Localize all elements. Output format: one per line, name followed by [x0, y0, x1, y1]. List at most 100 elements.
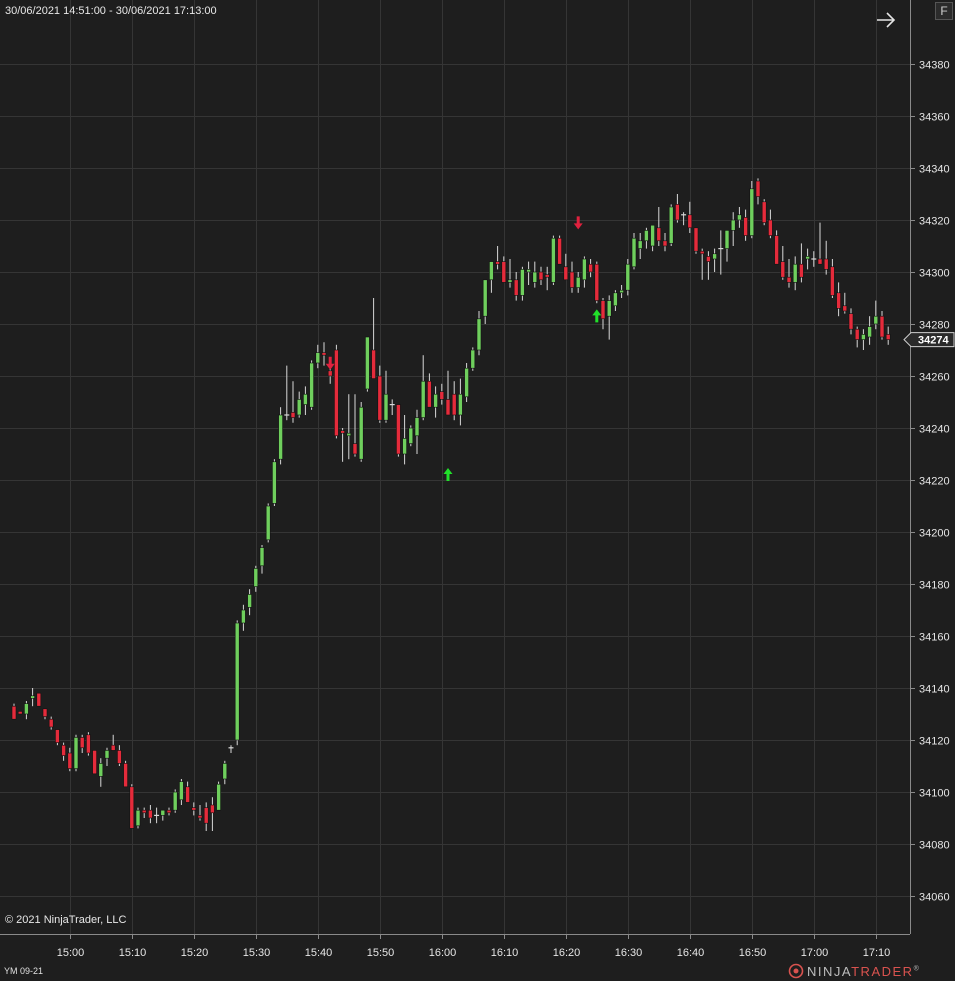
copyright-label: © 2021 NinjaTrader, LLC: [5, 914, 127, 926]
candle-body: [402, 438, 407, 455]
candle-body: [222, 763, 228, 780]
candle-body: [321, 352, 327, 356]
brand-trader: TRADER: [851, 963, 914, 979]
candle-body: [792, 263, 798, 283]
candle-body: [458, 393, 463, 416]
candle-body: [532, 271, 538, 283]
candle-body: [73, 737, 79, 769]
x-tick-label: 16:50: [739, 947, 767, 959]
candle-body: [693, 227, 699, 252]
candle: [693, 227, 699, 254]
candle-body: [334, 349, 339, 437]
candle-body: [123, 763, 128, 788]
candle-body: [439, 391, 445, 400]
candle: [774, 230, 779, 265]
candle-body: [526, 269, 531, 273]
candle: [594, 261, 600, 304]
x-tick-label: 15:40: [305, 947, 333, 959]
candle-body: [786, 276, 792, 283]
x-tick-label: 16:20: [553, 947, 581, 959]
candle-body: [737, 214, 742, 221]
y-tick-label: 34300: [919, 268, 950, 280]
candle-body: [625, 263, 631, 291]
instrument-label: YM 09-21: [4, 966, 44, 976]
y-tick-label: 34100: [919, 788, 950, 800]
candle-body: [340, 430, 345, 434]
candle-body: [489, 261, 494, 281]
candle-body: [315, 352, 321, 364]
candle-body: [575, 276, 581, 288]
price-chart[interactable]: 34060 34080 34100 34120 34140 34160 34180 34200…: [0, 0, 955, 981]
candle-body: [48, 718, 54, 728]
x-tick-label: 16:00: [429, 947, 457, 959]
y-tick-label: 34280: [919, 320, 950, 332]
candle-body: [30, 695, 35, 699]
candle-body: [117, 750, 122, 764]
candle-body: [495, 261, 500, 265]
x-tick-label: 16:10: [491, 947, 519, 959]
candle-body: [414, 417, 420, 437]
candle: [631, 233, 637, 270]
candle: [334, 344, 339, 439]
y-tick-label: 34260: [919, 372, 950, 384]
x-tick-label: 17:00: [801, 947, 829, 959]
candle-body: [706, 256, 711, 262]
candle-body: [755, 180, 761, 197]
candle: [396, 404, 401, 457]
candle-body: [272, 461, 277, 504]
candle-body: [768, 219, 773, 236]
y-tick-label: 34380: [919, 60, 950, 72]
y-tick-label: 34080: [919, 840, 950, 852]
candle-body: [278, 414, 283, 460]
y-tick-label: 34140: [919, 684, 950, 696]
candle: [470, 347, 476, 371]
candle-body: [191, 807, 197, 811]
candle: [265, 503, 271, 543]
candle-body: [594, 263, 600, 301]
f-button[interactable]: F: [935, 2, 953, 20]
candle-body: [743, 217, 748, 236]
candle-body: [61, 744, 66, 756]
candle: [135, 807, 141, 829]
candle-body: [588, 263, 593, 273]
candle-body: [619, 289, 624, 294]
candle-body: [327, 370, 333, 377]
candle: [278, 407, 283, 465]
candle-body: [637, 240, 643, 249]
candle-body: [24, 703, 29, 715]
candle: [234, 620, 240, 746]
candle-body: [104, 750, 110, 759]
brand-ninja: NINJA: [807, 963, 852, 979]
x-tick-label: 15:50: [367, 947, 395, 959]
x-tick-label: 15:20: [181, 947, 209, 959]
y-tick-label: 34220: [919, 476, 950, 488]
last-price-marker: 34274: [903, 332, 955, 348]
candle-body: [476, 318, 482, 351]
candle-body: [383, 393, 389, 421]
candle-body: [420, 380, 426, 418]
candle: [73, 734, 79, 772]
candle-body: [309, 362, 314, 408]
candle: [17, 711, 23, 715]
arrow-right-icon[interactable]: [874, 9, 898, 31]
candle-body: [296, 399, 302, 416]
candle: [365, 336, 370, 392]
candle-body: [141, 809, 147, 814]
candle-body: [879, 315, 885, 338]
candle-body: [433, 393, 438, 408]
candle-body: [234, 622, 240, 741]
y-tick-label: 34060: [919, 892, 950, 904]
candle-body: [148, 809, 153, 819]
candle: [408, 425, 414, 447]
candle-body: [557, 237, 562, 265]
candle-body: [656, 227, 662, 242]
candle-body: [817, 258, 823, 265]
candle-body: [662, 240, 668, 247]
candle-body: [885, 334, 891, 340]
candle-body: [513, 279, 519, 296]
candle-body: [687, 214, 693, 229]
candle-body: [86, 734, 91, 754]
ninjatrader-logo-icon: [788, 963, 804, 979]
x-tick-label: 16:30: [615, 947, 643, 959]
candle-body: [867, 326, 872, 338]
